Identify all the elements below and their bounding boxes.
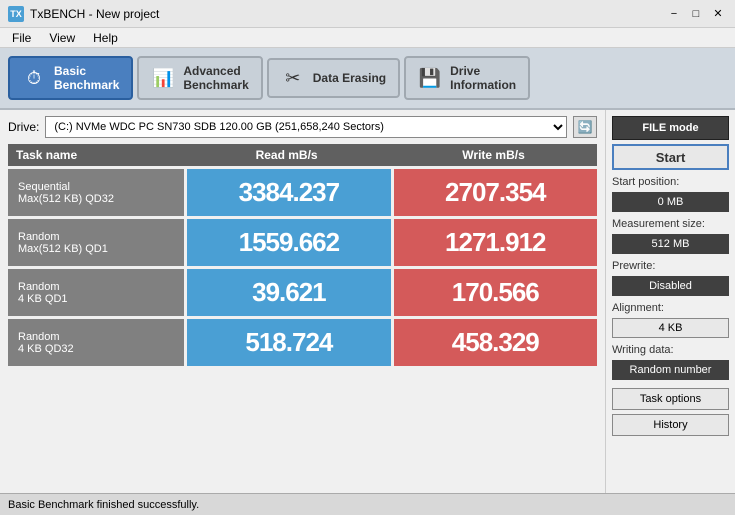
- table-row: Random 4 KB QD32 518.724 458.329: [8, 319, 597, 366]
- data-erasing-label: Data Erasing: [313, 71, 386, 85]
- writing-data-label: Writing data:: [612, 344, 729, 356]
- status-bar: Basic Benchmark finished successfully.: [0, 493, 735, 515]
- main-area: Drive: (C:) NVMe WDC PC SN730 SDB 120.00…: [0, 110, 735, 493]
- task-options-button[interactable]: Task options: [612, 388, 729, 410]
- row-label-2: Random Max(512 KB) QD1: [8, 219, 184, 266]
- app-icon: TX: [8, 6, 24, 22]
- drive-information-icon: 💾: [418, 66, 442, 90]
- table-row: Random 4 KB QD1 39.621 170.566: [8, 269, 597, 316]
- title-bar-controls: − □ ✕: [665, 6, 727, 22]
- row-read-1: 3384.237: [187, 169, 390, 216]
- table-row: Sequential Max(512 KB) QD32 3384.237 270…: [8, 169, 597, 216]
- row-label-1: Sequential Max(512 KB) QD32: [8, 169, 184, 216]
- drive-row: Drive: (C:) NVMe WDC PC SN730 SDB 120.00…: [8, 116, 597, 138]
- toolbar-basic-benchmark[interactable]: ⏱ BasicBenchmark: [8, 56, 133, 101]
- row-write-3: 170.566: [394, 269, 597, 316]
- row-write-1: 2707.354: [394, 169, 597, 216]
- toolbar-drive-information[interactable]: 💾 DriveInformation: [404, 56, 530, 101]
- row-read-3: 39.621: [187, 269, 390, 316]
- prewrite-label: Prewrite:: [612, 260, 729, 272]
- row-label-3: Random 4 KB QD1: [8, 269, 184, 316]
- data-erasing-icon: ✂: [281, 66, 305, 90]
- maximize-button[interactable]: □: [687, 6, 705, 22]
- history-button[interactable]: History: [612, 414, 729, 436]
- close-button[interactable]: ✕: [709, 6, 727, 22]
- row-write-4: 458.329: [394, 319, 597, 366]
- header-task-name: Task name: [8, 144, 183, 166]
- basic-benchmark-icon: ⏱: [22, 66, 46, 90]
- measurement-size-value: 512 MB: [612, 234, 729, 254]
- menu-bar: File View Help: [0, 28, 735, 48]
- prewrite-value: Disabled: [612, 276, 729, 296]
- right-panel: FILE mode Start Start position: 0 MB Mea…: [605, 110, 735, 493]
- results-table: Task name Read mB/s Write mB/s Sequentia…: [8, 144, 597, 487]
- measurement-size-label: Measurement size:: [612, 218, 729, 230]
- writing-data-value: Random number: [612, 360, 729, 380]
- left-panel: Drive: (C:) NVMe WDC PC SN730 SDB 120.00…: [0, 110, 605, 493]
- start-button[interactable]: Start: [612, 144, 729, 170]
- menu-view[interactable]: View: [41, 28, 83, 47]
- advanced-benchmark-label: AdvancedBenchmark: [183, 64, 248, 93]
- header-read: Read mB/s: [183, 144, 390, 166]
- advanced-benchmark-icon: 📊: [151, 66, 175, 90]
- minimize-button[interactable]: −: [665, 6, 683, 22]
- alignment-label: Alignment:: [612, 302, 729, 314]
- drive-information-label: DriveInformation: [450, 64, 516, 93]
- toolbar-data-erasing[interactable]: ✂ Data Erasing: [267, 58, 400, 98]
- title-bar-left: TX TxBENCH - New project: [8, 6, 159, 22]
- title-bar: TX TxBENCH - New project − □ ✕: [0, 0, 735, 28]
- drive-refresh-button[interactable]: 🔄: [573, 116, 597, 138]
- start-position-label: Start position:: [612, 176, 729, 188]
- table-row: Random Max(512 KB) QD1 1559.662 1271.912: [8, 219, 597, 266]
- menu-file[interactable]: File: [4, 28, 39, 47]
- drive-label: Drive:: [8, 120, 39, 134]
- table-header: Task name Read mB/s Write mB/s: [8, 144, 597, 166]
- drive-select[interactable]: (C:) NVMe WDC PC SN730 SDB 120.00 GB (25…: [45, 116, 567, 138]
- row-read-2: 1559.662: [187, 219, 390, 266]
- status-text: Basic Benchmark finished successfully.: [8, 499, 199, 511]
- alignment-value: 4 KB: [612, 318, 729, 338]
- start-position-value: 0 MB: [612, 192, 729, 212]
- toolbar-advanced-benchmark[interactable]: 📊 AdvancedBenchmark: [137, 56, 262, 101]
- header-write: Write mB/s: [390, 144, 597, 166]
- title-bar-title: TxBENCH - New project: [30, 7, 159, 21]
- row-read-4: 518.724: [187, 319, 390, 366]
- file-mode-button[interactable]: FILE mode: [612, 116, 729, 140]
- menu-help[interactable]: Help: [85, 28, 126, 47]
- row-label-4: Random 4 KB QD32: [8, 319, 184, 366]
- row-write-2: 1271.912: [394, 219, 597, 266]
- basic-benchmark-label: BasicBenchmark: [54, 64, 119, 93]
- toolbar: ⏱ BasicBenchmark 📊 AdvancedBenchmark ✂ D…: [0, 48, 735, 110]
